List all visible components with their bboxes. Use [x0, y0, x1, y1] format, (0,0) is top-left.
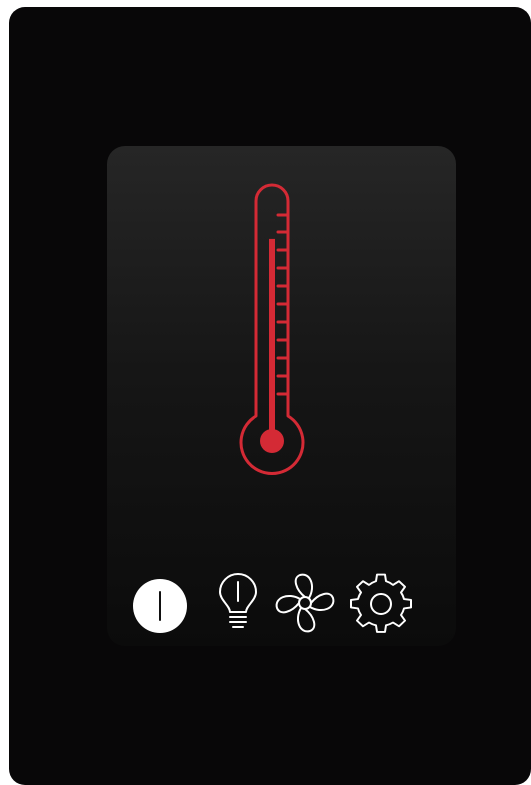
settings-gear-icon	[350, 573, 412, 633]
fan-icon	[275, 573, 335, 633]
thermometer-bulb	[260, 429, 284, 453]
thermometer-icon	[239, 183, 305, 475]
control-bar	[128, 570, 418, 636]
fan-button[interactable]	[272, 570, 338, 636]
settings-button[interactable]	[348, 570, 414, 636]
light-button[interactable]	[206, 570, 272, 636]
power-button[interactable]	[128, 570, 194, 636]
thermometer-mercury	[269, 238, 275, 441]
light-bulb-icon	[219, 573, 257, 628]
power-icon	[133, 579, 187, 633]
